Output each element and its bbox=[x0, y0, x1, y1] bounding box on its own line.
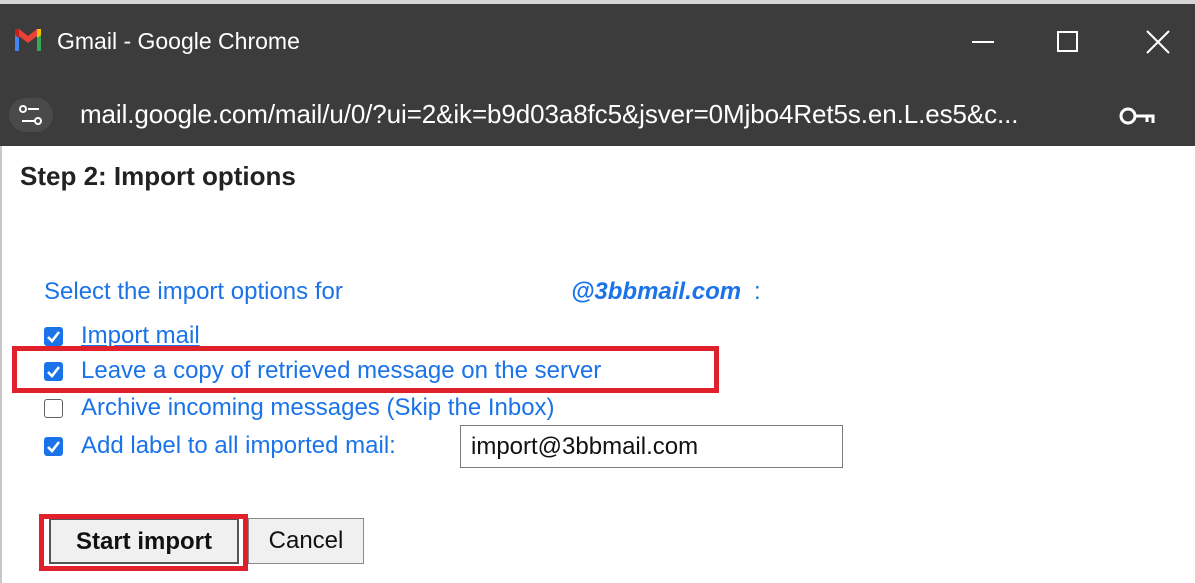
window-title: Gmail - Google Chrome bbox=[57, 28, 300, 54]
label-name-input[interactable] bbox=[460, 425, 843, 468]
account-email: @3bbmail.com bbox=[571, 278, 742, 305]
cancel-button[interactable]: Cancel bbox=[248, 518, 364, 564]
url-text[interactable]: mail.google.com/mail/u/0/?ui=2&ik=b9d03a… bbox=[80, 96, 1018, 132]
key-icon[interactable] bbox=[1117, 103, 1159, 129]
site-info-icon[interactable] bbox=[9, 98, 53, 132]
minimize-button[interactable] bbox=[964, 22, 1004, 62]
archive-incoming-label[interactable]: Archive incoming messages (Skip the Inbo… bbox=[81, 392, 555, 424]
email-colon: : bbox=[754, 278, 761, 305]
close-icon bbox=[1146, 30, 1170, 54]
checkmark-icon bbox=[47, 331, 61, 343]
close-button[interactable] bbox=[1138, 22, 1178, 62]
page-left-border bbox=[0, 146, 2, 583]
maximize-button[interactable] bbox=[1048, 22, 1088, 62]
checkmark-icon bbox=[47, 441, 61, 453]
maximize-icon bbox=[1057, 31, 1078, 52]
select-options-label: Select the import options for bbox=[44, 278, 343, 305]
chrome-window: Gmail - Google Chrome mail.google.com/ma… bbox=[0, 0, 1195, 583]
archive-incoming-checkbox[interactable] bbox=[44, 399, 63, 418]
page-title: Step 2: Import options bbox=[20, 161, 296, 191]
top-strip bbox=[0, 0, 1195, 4]
highlight-box-start-import bbox=[39, 514, 248, 571]
highlight-box-leave-copy bbox=[12, 346, 719, 393]
import-mail-checkbox[interactable] bbox=[44, 327, 63, 346]
add-label-label[interactable]: Add label to all imported mail: bbox=[81, 430, 396, 462]
gmail-logo-icon bbox=[13, 29, 43, 51]
add-label-checkbox[interactable] bbox=[44, 437, 63, 456]
minimize-icon bbox=[972, 41, 994, 43]
